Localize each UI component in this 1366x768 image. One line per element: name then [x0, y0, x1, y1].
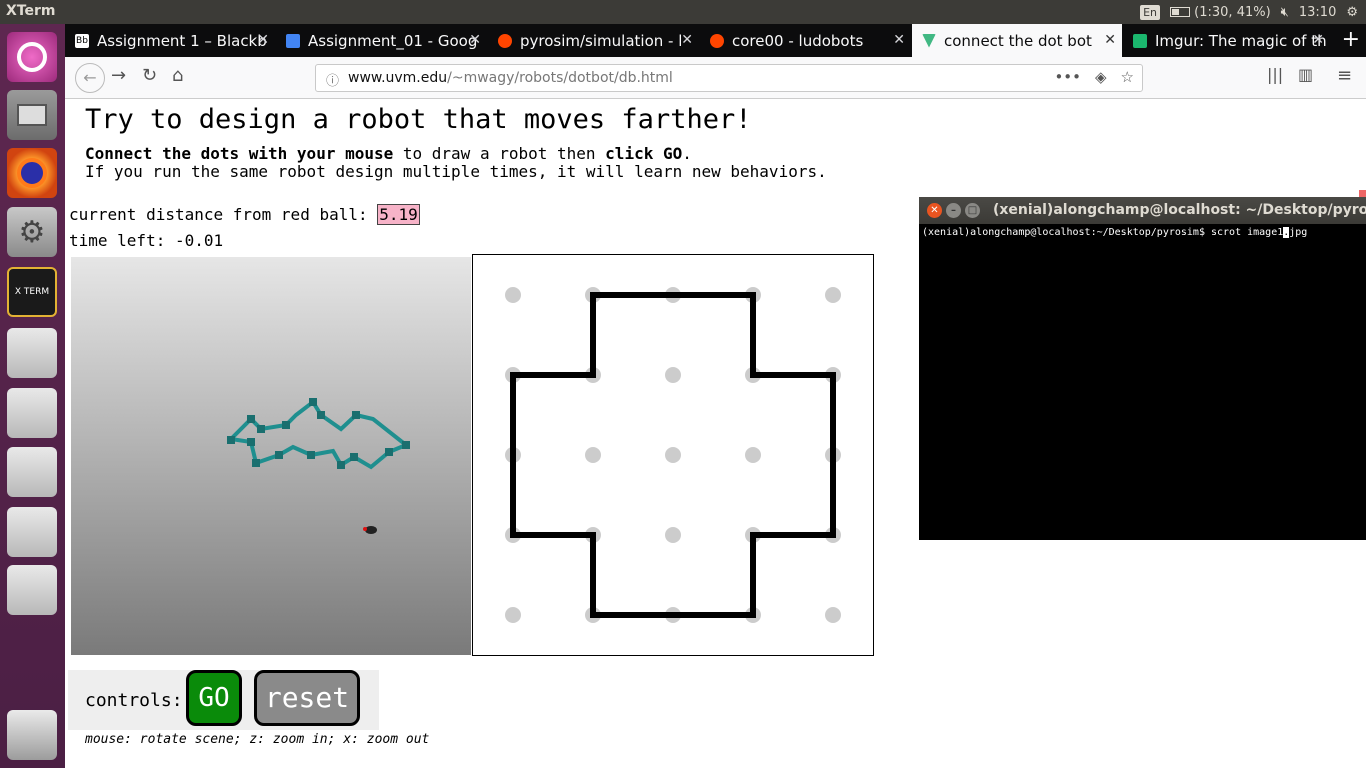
tab-connect-the-dot-bot[interactable]: connect the dot bot ✕ — [912, 24, 1122, 57]
drive-icon[interactable] — [7, 507, 57, 557]
minimize-icon[interactable]: – — [946, 203, 961, 218]
drive-icon[interactable] — [7, 328, 57, 378]
terminal-command-line[interactable]: (xenial)alongchamp@localhost:~/Desktop/p… — [922, 227, 1307, 238]
docs-icon — [286, 33, 300, 48]
clock[interactable]: 13:10 — [1299, 5, 1336, 20]
drive-icon[interactable] — [7, 388, 57, 438]
tab-label: Assignment_01 - Goog — [308, 31, 478, 50]
pocket-icon[interactable]: ◈ — [1095, 68, 1107, 86]
dash-icon[interactable] — [7, 32, 57, 82]
reload-button[interactable]: ↻ — [142, 65, 157, 86]
launcher: ⚙ X TERM — [0, 24, 65, 768]
terminal-titlebar[interactable]: ✕ – □ (xenial)alongchamp@localhost: ~/De… — [919, 197, 1366, 224]
tab-google-docs[interactable]: Assignment_01 - Goog ✕ — [276, 24, 487, 57]
close-icon[interactable]: ✕ — [893, 32, 905, 48]
battery-text: (1:30, 41%) — [1194, 4, 1271, 20]
controls-label: controls: — [85, 690, 183, 711]
page-heading: Try to design a robot that moves farther… — [85, 104, 752, 135]
settings-icon[interactable]: ⚙ — [7, 207, 57, 257]
tab-pyrosim[interactable]: pyrosim/simulation - l ✕ — [488, 24, 699, 57]
sidebar-icon[interactable]: ▥ — [1298, 65, 1313, 84]
tab-core00[interactable]: core00 - ludobots ✕ — [700, 24, 911, 57]
imgur-icon — [1133, 33, 1147, 48]
instruction-line-2: If you run the same robot design multipl… — [85, 162, 827, 181]
menu-icon[interactable]: ≡ — [1337, 65, 1352, 86]
page-actions-button[interactable]: ••• — [1054, 68, 1081, 86]
tab-strip: Bb Assignment 1 – Blackb ✕ Assignment_01… — [65, 24, 1366, 57]
keyboard-indicator[interactable]: En — [1140, 4, 1161, 20]
terminal-window[interactable]: ✕ – □ (xenial)alongchamp@localhost: ~/De… — [919, 197, 1366, 540]
close-icon[interactable]: ✕ — [927, 203, 942, 218]
instruction-end: . — [682, 144, 692, 163]
dot-grid — [505, 287, 841, 623]
reset-button[interactable]: reset — [254, 670, 360, 726]
reddit-icon — [498, 33, 512, 48]
blackboard-icon: Bb — [75, 33, 89, 48]
red-ball-marker — [363, 527, 367, 531]
files-icon[interactable] — [7, 90, 57, 140]
instructions: Connect the dots with your mouse to draw… — [85, 145, 827, 181]
back-button[interactable]: ← — [75, 63, 105, 93]
close-icon[interactable]: ✕ — [1312, 32, 1324, 48]
tab-label: pyrosim/simulation - l — [520, 31, 683, 50]
home-button[interactable]: ⌂ — [172, 65, 183, 86]
simulation-scene[interactable] — [71, 257, 471, 655]
tab-blackboard[interactable]: Bb Assignment 1 – Blackb ✕ — [65, 24, 275, 57]
instruction-bold-1: Connect the dots with your mouse — [85, 144, 394, 163]
new-tab-button[interactable]: + — [1342, 27, 1360, 52]
terminal-text-after-cursor: jpg — [1289, 227, 1308, 238]
terminal-prompt: (xenial)alongchamp@localhost:~/Desktop/p… — [922, 227, 1284, 238]
reddit-icon — [710, 33, 724, 48]
instruction-bold-2: click GO — [605, 144, 683, 163]
controls-panel: controls: GO reset — [68, 670, 379, 730]
close-icon[interactable]: ✕ — [681, 32, 693, 48]
firefox-icon[interactable] — [7, 148, 57, 198]
close-icon[interactable]: ✕ — [469, 32, 481, 48]
close-icon[interactable]: ✕ — [1104, 32, 1116, 48]
bookmark-star-icon[interactable]: ☆ — [1121, 68, 1134, 86]
tab-imgur[interactable]: Imgur: The magic of th ✕ — [1123, 24, 1330, 57]
url-text: www.uvm.edu/~mwagy/robots/dotbot/db.html — [348, 70, 673, 86]
info-icon[interactable]: ⓘ — [326, 70, 339, 89]
close-icon[interactable]: ✕ — [257, 32, 269, 48]
url-bar[interactable]: ⓘ www.uvm.edu/~mwagy/robots/dotbot/db.ht… — [315, 64, 1143, 92]
tab-label: core00 - ludobots — [732, 31, 864, 50]
tab-label: Imgur: The magic of th — [1155, 31, 1327, 50]
forward-button[interactable]: → — [111, 65, 126, 86]
library-icon[interactable]: ||| — [1267, 65, 1283, 84]
gear-icon[interactable]: ⚙ — [1346, 5, 1358, 20]
xterm-icon[interactable]: X TERM — [7, 267, 57, 317]
distance-value: 5.19 — [377, 204, 420, 225]
dot-grid-canvas[interactable] — [472, 254, 874, 656]
vue-icon — [922, 33, 936, 48]
instruction-text: to draw a robot then — [393, 144, 606, 163]
go-button[interactable]: GO — [186, 670, 242, 726]
active-app-title: XTerm — [6, 3, 56, 19]
battery-indicator[interactable]: (1:30, 41%) — [1170, 5, 1271, 20]
top-panel: XTerm En (1:30, 41%) 🔇︎ 13:10 ⚙ — [0, 0, 1366, 24]
distance-label: current distance from red ball: — [69, 205, 378, 224]
controls-hint: mouse: rotate scene; z: zoom in; x: zoom… — [85, 732, 430, 747]
battery-icon — [1170, 7, 1191, 17]
distance-readout: current distance from red ball: 5.19 — [69, 204, 420, 225]
tab-label: connect the dot bot — [944, 31, 1092, 50]
tab-label: Assignment 1 – Blackb — [97, 31, 267, 50]
red-ball — [365, 526, 377, 534]
trash-icon[interactable] — [7, 710, 57, 760]
terminal-title: (xenial)alongchamp@localhost: ~/Desktop/… — [993, 202, 1366, 218]
url-host: www.uvm.edu — [348, 70, 448, 86]
time-left: time left: -0.01 — [69, 231, 224, 250]
robot-render — [227, 398, 410, 534]
xterm-icon-label: X TERM — [14, 286, 50, 297]
drive-icon[interactable] — [7, 447, 57, 497]
grid-dots — [505, 287, 841, 623]
maximize-icon[interactable]: □ — [965, 203, 980, 218]
navigation-toolbar: ← → ↻ ⌂ ⓘ www.uvm.edu/~mwagy/robots/dotb… — [65, 57, 1366, 99]
url-path: /~mwagy/robots/dotbot/db.html — [447, 70, 673, 86]
volume-muted-icon[interactable]: 🔇︎ — [1281, 5, 1289, 20]
drive-icon[interactable] — [7, 565, 57, 615]
